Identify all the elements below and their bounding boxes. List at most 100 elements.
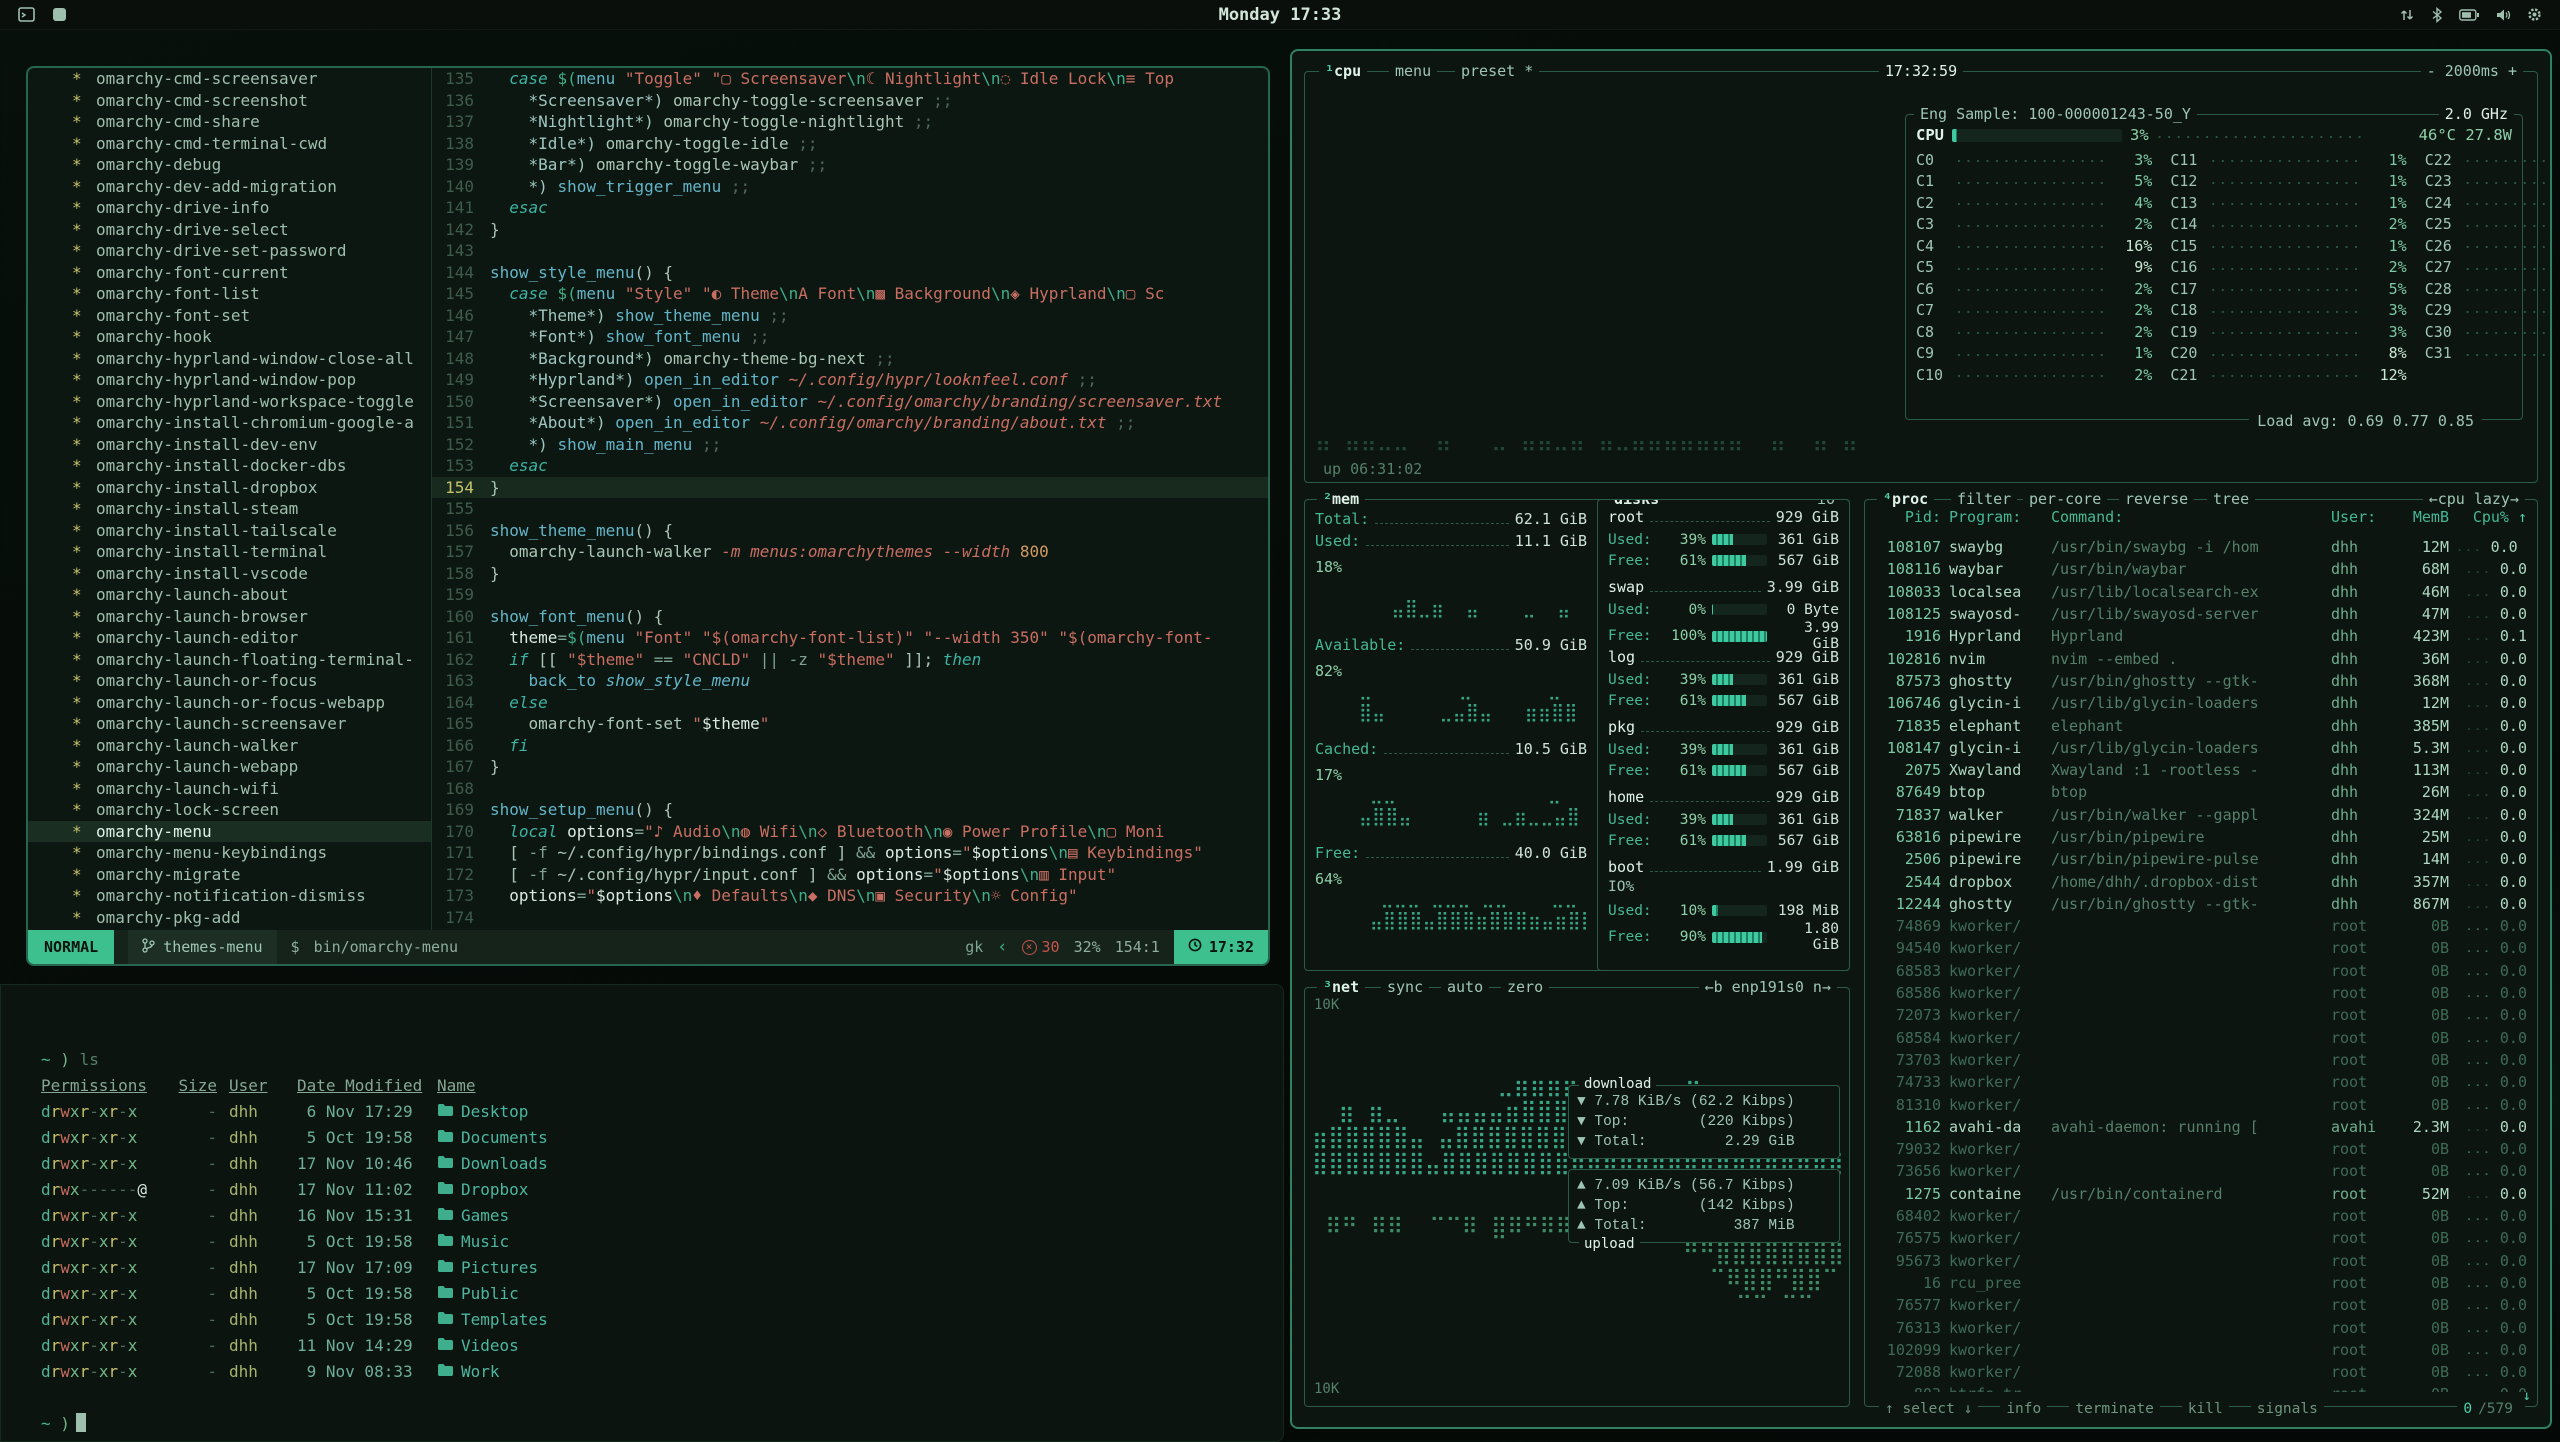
process-row[interactable]: 108107swaybg/usr/bin/swaybg -i /homdhh12… (1869, 536, 2533, 558)
file-tree-item[interactable]: *omarchy-menu-keybindings (28, 842, 431, 864)
process-row[interactable]: 72088kworker/root0B⠄⠄⠄ 0.0 (1869, 1361, 2533, 1383)
code-line[interactable]: 167} (432, 756, 1268, 778)
code-line[interactable]: 138 *Idle*) omarchy-toggle-idle ;; (432, 133, 1268, 155)
code-line[interactable]: 156show_theme_menu() { (432, 520, 1268, 542)
cpu-box-title[interactable]: ¹cpu (1319, 61, 1367, 81)
process-row[interactable]: 76577kworker/root0B⠄⠄⠄ 0.0 (1869, 1294, 2533, 1316)
workspace-app-icon-active[interactable] (51, 6, 68, 23)
file-tree-item[interactable]: *omarchy-launch-floating-terminal- (28, 649, 431, 671)
terminate-button[interactable]: terminate (2069, 1401, 2160, 1417)
file-tree-item[interactable]: *omarchy-install-vscode (28, 563, 431, 585)
process-row[interactable]: 74733kworker/root0B⠄⠄⠄ 0.0 (1869, 1071, 2533, 1093)
process-row[interactable]: 108147glycin-i/usr/lib/glycin-loadersdhh… (1869, 737, 2533, 759)
file-tree-item[interactable]: *omarchy-cmd-screenshot (28, 90, 431, 112)
process-row[interactable]: 108125swayosd-/usr/lib/swayosd-serverdhh… (1869, 603, 2533, 625)
select-hint[interactable]: ↑ select ↓ (1879, 1401, 1978, 1417)
file-tree-item[interactable]: *omarchy-notification-dismiss (28, 885, 431, 907)
code-line[interactable]: 160show_font_menu() { (432, 606, 1268, 628)
code-line[interactable]: 146 *Theme*) show_theme_menu ;; (432, 305, 1268, 327)
file-tree-item[interactable]: *omarchy-launch-wifi (28, 778, 431, 800)
code-line[interactable]: 136 *Screensaver*) omarchy-toggle-screen… (432, 90, 1268, 112)
process-row[interactable]: 102099kworker/root0B⠄⠄⠄ 0.0 (1869, 1339, 2533, 1361)
code-line[interactable]: 144show_style_menu() { (432, 262, 1268, 284)
code-line[interactable]: 137 *Nightlight*) omarchy-toggle-nightli… (432, 111, 1268, 133)
file-tree-item[interactable]: *omarchy-drive-select (28, 219, 431, 241)
file-tree-item[interactable]: *omarchy-launch-walker (28, 735, 431, 757)
code-line[interactable]: 161 theme=$(menu "Font" "$(omarchy-font-… (432, 627, 1268, 649)
code-line[interactable]: 172 [ -f ~/.config/hypr/input.conf ] && … (432, 864, 1268, 886)
process-row[interactable]: 2506pipewire/usr/bin/pipewire-pulsedhh14… (1869, 848, 2533, 870)
process-row[interactable]: 1916HyprlandHyprlanddhh423M⠄⠄⠄ 0.1 (1869, 625, 2533, 647)
file-tree-item[interactable]: *omarchy-launch-webapp (28, 756, 431, 778)
bluetooth-icon[interactable] (2431, 7, 2443, 23)
file-tree-item[interactable]: *omarchy-launch-or-focus-webapp (28, 692, 431, 714)
code-line[interactable]: 135 case $(menu "Toggle" "▢ Screensaver\… (432, 68, 1268, 90)
code-line[interactable]: 163 back_to show_style_menu (432, 670, 1268, 692)
file-tree-item[interactable]: *omarchy-cmd-share (28, 111, 431, 133)
code-line[interactable]: 157 omarchy-launch-walker -m menus:omarc… (432, 541, 1268, 563)
code-line[interactable]: 168 (432, 778, 1268, 800)
process-row[interactable]: 74869kworker/root0B⠄⠄⠄ 0.0 (1869, 915, 2533, 937)
code-line[interactable]: 153 esac (432, 455, 1268, 477)
file-tree-item[interactable]: *omarchy-lock-screen (28, 799, 431, 821)
code-line[interactable]: 142} (432, 219, 1268, 241)
file-tree-item[interactable]: *omarchy-install-chromium-google-a (28, 412, 431, 434)
process-row[interactable]: 81310kworker/root0B⠄⠄⠄ 0.0 (1869, 1093, 2533, 1115)
process-row[interactable]: 2075XwaylandXwayland :1 -rootless -dhh11… (1869, 759, 2533, 781)
diagnostics-count[interactable]: ×30 (1022, 938, 1060, 956)
code-pane[interactable]: 135 case $(menu "Toggle" "▢ Screensaver\… (432, 68, 1268, 930)
process-row[interactable]: 68583kworker/root0B⠄⠄⠄ 0.0 (1869, 960, 2533, 982)
code-line[interactable]: 145 case $(menu "Style" "◐ Theme\nA Font… (432, 283, 1268, 305)
process-row[interactable]: 803btrfs-trroot0B⠄⠄⠄ 0.0 (1869, 1383, 2533, 1392)
file-tree-item[interactable]: *omarchy-pkg-add (28, 907, 431, 929)
file-tree[interactable]: *omarchy-cmd-screensaver*omarchy-cmd-scr… (28, 68, 432, 930)
code-line[interactable]: 159 (432, 584, 1268, 606)
process-row[interactable]: 63816pipewire/usr/bin/pipewiredhh25M⠄⠄⠄ … (1869, 826, 2533, 848)
terminal-window[interactable]: ~ ) ls Permissions Size User Date Modifi… (0, 984, 1284, 1442)
file-tree-item[interactable]: *omarchy-hyprland-window-pop (28, 369, 431, 391)
process-row[interactable]: 1275containe/usr/bin/containerdroot52M⠄⠄… (1869, 1183, 2533, 1205)
file-tree-item[interactable]: *omarchy-migrate (28, 864, 431, 886)
file-tree-item[interactable]: *omarchy-hyprland-window-close-all (28, 348, 431, 370)
transfer-icon[interactable] (2399, 7, 2415, 23)
file-tree-item[interactable]: *omarchy-launch-or-focus (28, 670, 431, 692)
code-line[interactable]: 139 *Bar*) omarchy-toggle-waybar ;; (432, 154, 1268, 176)
file-tree-item[interactable]: *omarchy-hook (28, 326, 431, 348)
process-row[interactable]: 68402kworker/root0B⠄⠄⠄ 0.0 (1869, 1205, 2533, 1227)
file-tree-item[interactable]: *omarchy-cmd-terminal-cwd (28, 133, 431, 155)
mem-box-title[interactable]: ²mem (1317, 489, 1365, 509)
process-row[interactable]: 72073kworker/root0B⠄⠄⠄ 0.0 (1869, 1004, 2533, 1026)
process-row[interactable]: 79032kworker/root0B⠄⠄⠄ 0.0 (1869, 1138, 2533, 1160)
file-tree-item[interactable]: *omarchy-hyprland-workspace-toggle (28, 391, 431, 413)
process-row[interactable]: 73656kworker/root0B⠄⠄⠄ 0.0 (1869, 1160, 2533, 1182)
file-tree-item[interactable]: *omarchy-dev-add-migration (28, 176, 431, 198)
code-line[interactable]: 165 omarchy-font-set "$theme" (432, 713, 1268, 735)
process-row[interactable]: 76575kworker/root0B⠄⠄⠄ 0.0 (1869, 1227, 2533, 1249)
menu-button[interactable]: menu (1389, 61, 1437, 81)
code-line[interactable]: 164 else (432, 692, 1268, 714)
code-line[interactable]: 162 if [[ "$theme" == "CNCLD" || -z "$th… (432, 649, 1268, 671)
process-row[interactable]: 2544dropbox/home/dhh/.dropbox-distdhh357… (1869, 870, 2533, 892)
file-tree-item[interactable]: *omarchy-launch-browser (28, 606, 431, 628)
code-line[interactable]: 169show_setup_menu() { (432, 799, 1268, 821)
refresh-ms-control[interactable]: - 2000ms + (2421, 61, 2523, 81)
code-line[interactable]: 149 *Hyprland*) open_in_editor ~/.config… (432, 369, 1268, 391)
workspace-app-icon-terminal[interactable] (18, 6, 35, 23)
file-tree-item[interactable]: *omarchy-debug (28, 154, 431, 176)
process-row[interactable]: 108033localsea/usr/lib/localsearch-exdhh… (1869, 581, 2533, 603)
code-line[interactable]: 140 *) show_trigger_menu ;; (432, 176, 1268, 198)
process-row[interactable]: 95673kworker/root0B⠄⠄⠄ 0.0 (1869, 1250, 2533, 1272)
file-tree-item[interactable]: *omarchy-menu (28, 821, 431, 843)
reverse-button[interactable]: reverse (2119, 489, 2194, 509)
file-tree-item[interactable]: *omarchy-install-dropbox (28, 477, 431, 499)
file-tree-item[interactable]: *omarchy-cmd-screensaver (28, 68, 431, 90)
file-tree-item[interactable]: *omarchy-launch-screensaver (28, 713, 431, 735)
code-line[interactable]: 147 *Font*) show_font_menu ;; (432, 326, 1268, 348)
code-line[interactable]: 141 esac (432, 197, 1268, 219)
kill-button[interactable]: kill (2182, 1401, 2229, 1417)
code-line[interactable]: 166 fi (432, 735, 1268, 757)
file-tree-item[interactable]: *omarchy-launch-about (28, 584, 431, 606)
process-row[interactable]: 102816nvimnvim --embed .dhh36M⠄⠄⠄ 0.0 (1869, 647, 2533, 669)
file-tree-item[interactable]: *omarchy-font-set (28, 305, 431, 327)
file-tree-item[interactable]: *omarchy-install-terminal (28, 541, 431, 563)
